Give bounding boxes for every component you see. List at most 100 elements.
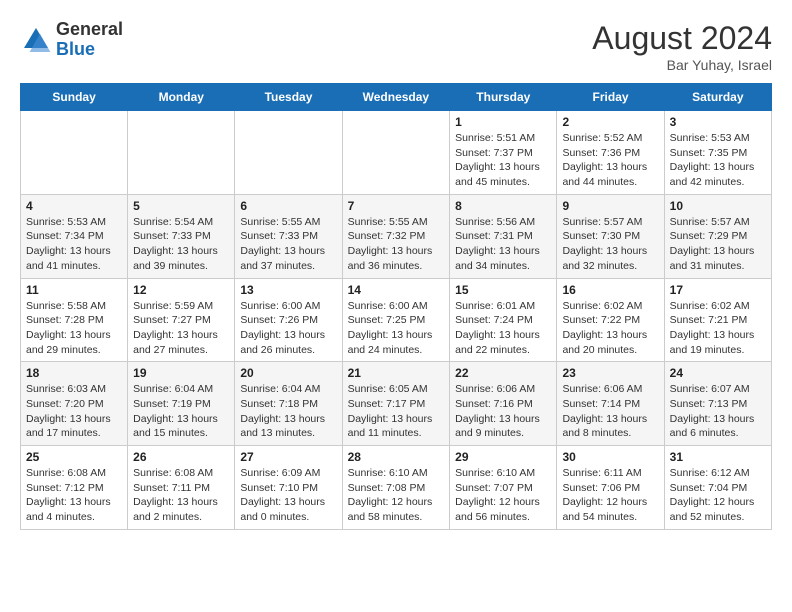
calendar-cell: 8 Sunrise: 5:56 AMSunset: 7:31 PMDayligh… — [450, 194, 557, 278]
calendar-week-3: 11 Sunrise: 5:58 AMSunset: 7:28 PMDaylig… — [21, 278, 772, 362]
day-number: 11 — [26, 283, 122, 297]
calendar-cell: 5 Sunrise: 5:54 AMSunset: 7:33 PMDayligh… — [128, 194, 235, 278]
day-number: 19 — [133, 366, 229, 380]
calendar-cell: 11 Sunrise: 5:58 AMSunset: 7:28 PMDaylig… — [21, 278, 128, 362]
calendar-cell: 19 Sunrise: 6:04 AMSunset: 7:19 PMDaylig… — [128, 362, 235, 446]
day-number: 3 — [670, 115, 766, 129]
day-info: Sunrise: 5:56 AMSunset: 7:31 PMDaylight:… — [455, 215, 551, 274]
day-info: Sunrise: 6:07 AMSunset: 7:13 PMDaylight:… — [670, 382, 766, 441]
day-info: Sunrise: 6:06 AMSunset: 7:14 PMDaylight:… — [562, 382, 658, 441]
day-number: 15 — [455, 283, 551, 297]
column-header-saturday: Saturday — [664, 84, 771, 111]
logo-general: General — [56, 20, 123, 40]
day-number: 10 — [670, 199, 766, 213]
column-header-wednesday: Wednesday — [342, 84, 450, 111]
calendar-cell: 6 Sunrise: 5:55 AMSunset: 7:33 PMDayligh… — [235, 194, 342, 278]
day-info: Sunrise: 6:01 AMSunset: 7:24 PMDaylight:… — [455, 299, 551, 358]
day-number: 22 — [455, 366, 551, 380]
day-info: Sunrise: 5:51 AMSunset: 7:37 PMDaylight:… — [455, 131, 551, 190]
day-info: Sunrise: 5:55 AMSunset: 7:33 PMDaylight:… — [240, 215, 336, 274]
calendar-cell: 13 Sunrise: 6:00 AMSunset: 7:26 PMDaylig… — [235, 278, 342, 362]
day-info: Sunrise: 6:04 AMSunset: 7:18 PMDaylight:… — [240, 382, 336, 441]
calendar-cell: 1 Sunrise: 5:51 AMSunset: 7:37 PMDayligh… — [450, 111, 557, 195]
logo-blue: Blue — [56, 40, 123, 60]
calendar-cell: 2 Sunrise: 5:52 AMSunset: 7:36 PMDayligh… — [557, 111, 664, 195]
calendar-cell: 27 Sunrise: 6:09 AMSunset: 7:10 PMDaylig… — [235, 446, 342, 530]
calendar-cell — [235, 111, 342, 195]
day-number: 30 — [562, 450, 658, 464]
day-info: Sunrise: 6:08 AMSunset: 7:12 PMDaylight:… — [26, 466, 122, 525]
day-number: 25 — [26, 450, 122, 464]
logo-icon — [20, 24, 52, 56]
calendar-cell: 26 Sunrise: 6:08 AMSunset: 7:11 PMDaylig… — [128, 446, 235, 530]
calendar-week-1: 1 Sunrise: 5:51 AMSunset: 7:37 PMDayligh… — [21, 111, 772, 195]
day-info: Sunrise: 6:11 AMSunset: 7:06 PMDaylight:… — [562, 466, 658, 525]
day-number: 13 — [240, 283, 336, 297]
day-info: Sunrise: 6:02 AMSunset: 7:22 PMDaylight:… — [562, 299, 658, 358]
day-info: Sunrise: 6:00 AMSunset: 7:25 PMDaylight:… — [348, 299, 445, 358]
day-number: 26 — [133, 450, 229, 464]
calendar-cell: 17 Sunrise: 6:02 AMSunset: 7:21 PMDaylig… — [664, 278, 771, 362]
day-info: Sunrise: 6:04 AMSunset: 7:19 PMDaylight:… — [133, 382, 229, 441]
calendar-cell: 7 Sunrise: 5:55 AMSunset: 7:32 PMDayligh… — [342, 194, 450, 278]
calendar-cell: 3 Sunrise: 5:53 AMSunset: 7:35 PMDayligh… — [664, 111, 771, 195]
day-number: 21 — [348, 366, 445, 380]
calendar-cell: 15 Sunrise: 6:01 AMSunset: 7:24 PMDaylig… — [450, 278, 557, 362]
column-header-tuesday: Tuesday — [235, 84, 342, 111]
calendar-cell: 31 Sunrise: 6:12 AMSunset: 7:04 PMDaylig… — [664, 446, 771, 530]
day-info: Sunrise: 6:00 AMSunset: 7:26 PMDaylight:… — [240, 299, 336, 358]
calendar-cell — [128, 111, 235, 195]
day-info: Sunrise: 6:10 AMSunset: 7:08 PMDaylight:… — [348, 466, 445, 525]
column-header-monday: Monday — [128, 84, 235, 111]
calendar-header-row: SundayMondayTuesdayWednesdayThursdayFrid… — [21, 84, 772, 111]
day-info: Sunrise: 6:06 AMSunset: 7:16 PMDaylight:… — [455, 382, 551, 441]
day-info: Sunrise: 5:54 AMSunset: 7:33 PMDaylight:… — [133, 215, 229, 274]
day-info: Sunrise: 5:52 AMSunset: 7:36 PMDaylight:… — [562, 131, 658, 190]
calendar-week-5: 25 Sunrise: 6:08 AMSunset: 7:12 PMDaylig… — [21, 446, 772, 530]
calendar-cell: 10 Sunrise: 5:57 AMSunset: 7:29 PMDaylig… — [664, 194, 771, 278]
column-header-friday: Friday — [557, 84, 664, 111]
day-info: Sunrise: 5:57 AMSunset: 7:30 PMDaylight:… — [562, 215, 658, 274]
day-number: 9 — [562, 199, 658, 213]
day-info: Sunrise: 5:58 AMSunset: 7:28 PMDaylight:… — [26, 299, 122, 358]
day-number: 29 — [455, 450, 551, 464]
day-number: 2 — [562, 115, 658, 129]
day-info: Sunrise: 6:02 AMSunset: 7:21 PMDaylight:… — [670, 299, 766, 358]
calendar-cell: 28 Sunrise: 6:10 AMSunset: 7:08 PMDaylig… — [342, 446, 450, 530]
day-number: 23 — [562, 366, 658, 380]
calendar-cell: 12 Sunrise: 5:59 AMSunset: 7:27 PMDaylig… — [128, 278, 235, 362]
calendar-cell: 29 Sunrise: 6:10 AMSunset: 7:07 PMDaylig… — [450, 446, 557, 530]
day-number: 20 — [240, 366, 336, 380]
day-number: 18 — [26, 366, 122, 380]
day-info: Sunrise: 6:10 AMSunset: 7:07 PMDaylight:… — [455, 466, 551, 525]
day-info: Sunrise: 5:57 AMSunset: 7:29 PMDaylight:… — [670, 215, 766, 274]
title-block: August 2024 Bar Yuhay, Israel — [592, 20, 772, 73]
day-info: Sunrise: 5:59 AMSunset: 7:27 PMDaylight:… — [133, 299, 229, 358]
month-year: August 2024 — [592, 20, 772, 57]
day-number: 14 — [348, 283, 445, 297]
day-number: 1 — [455, 115, 551, 129]
calendar-cell: 14 Sunrise: 6:00 AMSunset: 7:25 PMDaylig… — [342, 278, 450, 362]
day-number: 6 — [240, 199, 336, 213]
page-header: General Blue August 2024 Bar Yuhay, Isra… — [20, 20, 772, 73]
day-number: 27 — [240, 450, 336, 464]
calendar-cell: 4 Sunrise: 5:53 AMSunset: 7:34 PMDayligh… — [21, 194, 128, 278]
day-number: 8 — [455, 199, 551, 213]
calendar-cell: 21 Sunrise: 6:05 AMSunset: 7:17 PMDaylig… — [342, 362, 450, 446]
day-number: 16 — [562, 283, 658, 297]
calendar-cell: 23 Sunrise: 6:06 AMSunset: 7:14 PMDaylig… — [557, 362, 664, 446]
logo-text: General Blue — [56, 20, 123, 60]
day-number: 12 — [133, 283, 229, 297]
day-info: Sunrise: 6:08 AMSunset: 7:11 PMDaylight:… — [133, 466, 229, 525]
day-info: Sunrise: 5:53 AMSunset: 7:34 PMDaylight:… — [26, 215, 122, 274]
day-number: 31 — [670, 450, 766, 464]
calendar-cell: 9 Sunrise: 5:57 AMSunset: 7:30 PMDayligh… — [557, 194, 664, 278]
location: Bar Yuhay, Israel — [592, 57, 772, 73]
calendar-cell — [21, 111, 128, 195]
day-info: Sunrise: 5:53 AMSunset: 7:35 PMDaylight:… — [670, 131, 766, 190]
day-info: Sunrise: 5:55 AMSunset: 7:32 PMDaylight:… — [348, 215, 445, 274]
day-number: 17 — [670, 283, 766, 297]
day-number: 24 — [670, 366, 766, 380]
day-info: Sunrise: 6:09 AMSunset: 7:10 PMDaylight:… — [240, 466, 336, 525]
calendar-table: SundayMondayTuesdayWednesdayThursdayFrid… — [20, 83, 772, 530]
